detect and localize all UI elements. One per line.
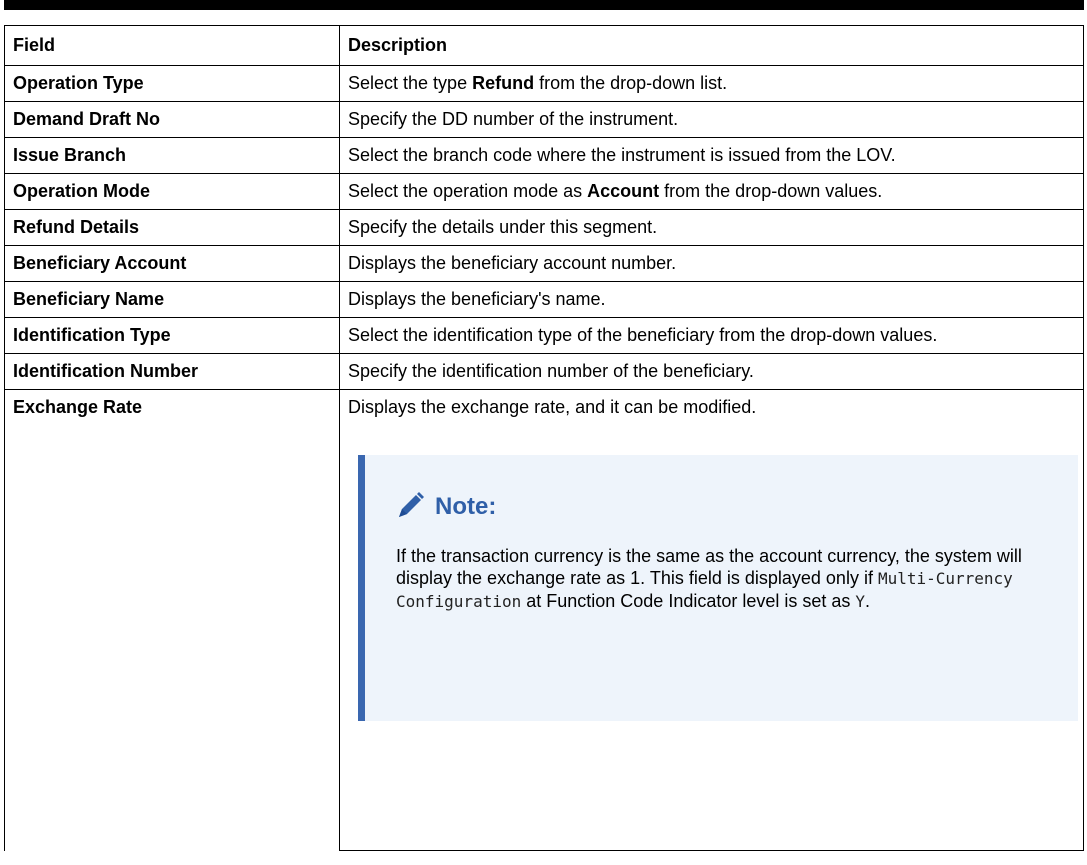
field-name: Identification Number bbox=[4, 353, 340, 390]
note-text-part: at Function Code Indicator level is set … bbox=[521, 591, 856, 611]
table-header-row: Field Description bbox=[4, 25, 1084, 66]
field-name: Operation Mode bbox=[4, 173, 340, 210]
field-name: Beneficiary Name bbox=[4, 281, 340, 318]
field-description: Specify the details under this segment. bbox=[339, 209, 1084, 246]
field-description: Select the identification type of the be… bbox=[339, 317, 1084, 354]
table-row: Operation Type Select the type Refund fr… bbox=[4, 65, 1084, 102]
table-row: Beneficiary Account Displays the benefic… bbox=[4, 245, 1084, 282]
table-row: Demand Draft No Specify the DD number of… bbox=[4, 101, 1084, 138]
document-page: Field Description Operation Type Select … bbox=[4, 0, 1084, 865]
field-description: Displays the beneficiary account number. bbox=[339, 245, 1084, 282]
field-name: Operation Type bbox=[4, 65, 340, 102]
field-description: Specify the DD number of the instrument. bbox=[339, 101, 1084, 138]
table-row: Operation Mode Select the operation mode… bbox=[4, 173, 1084, 210]
table-row: Identification Type Select the identific… bbox=[4, 317, 1084, 354]
desc-text: Select the type bbox=[348, 73, 473, 93]
table-row: Identification Number Specify the identi… bbox=[4, 353, 1084, 390]
header-description: Description bbox=[339, 25, 1084, 66]
field-name: Beneficiary Account bbox=[4, 245, 340, 282]
exchange-rate-description: Displays the exchange rate, and it can b… bbox=[348, 397, 757, 417]
field-description-table: Field Description Operation Type Select … bbox=[4, 25, 1084, 851]
field-description: Displays the exchange rate, and it can b… bbox=[339, 389, 1084, 851]
desc-bold: Account bbox=[587, 181, 660, 201]
desc-text: from the drop-down list. bbox=[534, 73, 728, 93]
pencil-icon bbox=[399, 492, 424, 517]
note-text-part: . bbox=[865, 591, 871, 611]
field-description: Select the type Refund from the drop-dow… bbox=[339, 65, 1084, 102]
note-code-value: Y bbox=[855, 592, 866, 611]
desc-text: from the drop-down values. bbox=[659, 181, 883, 201]
note-title: Note: bbox=[435, 492, 497, 520]
field-description: Select the operation mode as Account fro… bbox=[339, 173, 1084, 210]
field-name: Issue Branch bbox=[4, 137, 340, 174]
table-row: Refund Details Specify the details under… bbox=[4, 209, 1084, 246]
note-box: Note: If the transaction currency is the… bbox=[358, 455, 1078, 721]
table-row: Beneficiary Name Displays the beneficiar… bbox=[4, 281, 1084, 318]
field-name: Exchange Rate bbox=[4, 389, 340, 851]
header-field: Field bbox=[4, 25, 340, 66]
field-description: Select the branch code where the instrum… bbox=[339, 137, 1084, 174]
field-name: Demand Draft No bbox=[4, 101, 340, 138]
table-row: Issue Branch Select the branch code wher… bbox=[4, 137, 1084, 174]
field-description: Specify the identification number of the… bbox=[339, 353, 1084, 390]
table-row: Exchange Rate Displays the exchange rate… bbox=[4, 389, 1084, 851]
field-name: Identification Type bbox=[4, 317, 340, 354]
field-name: Refund Details bbox=[4, 209, 340, 246]
desc-bold: Refund bbox=[472, 73, 535, 93]
note-header: Note: bbox=[393, 489, 1058, 523]
desc-text: Select the operation mode as bbox=[348, 181, 588, 201]
field-description: Displays the beneficiary's name. bbox=[339, 281, 1084, 318]
note-text: If the transaction currency is the same … bbox=[393, 545, 1058, 613]
